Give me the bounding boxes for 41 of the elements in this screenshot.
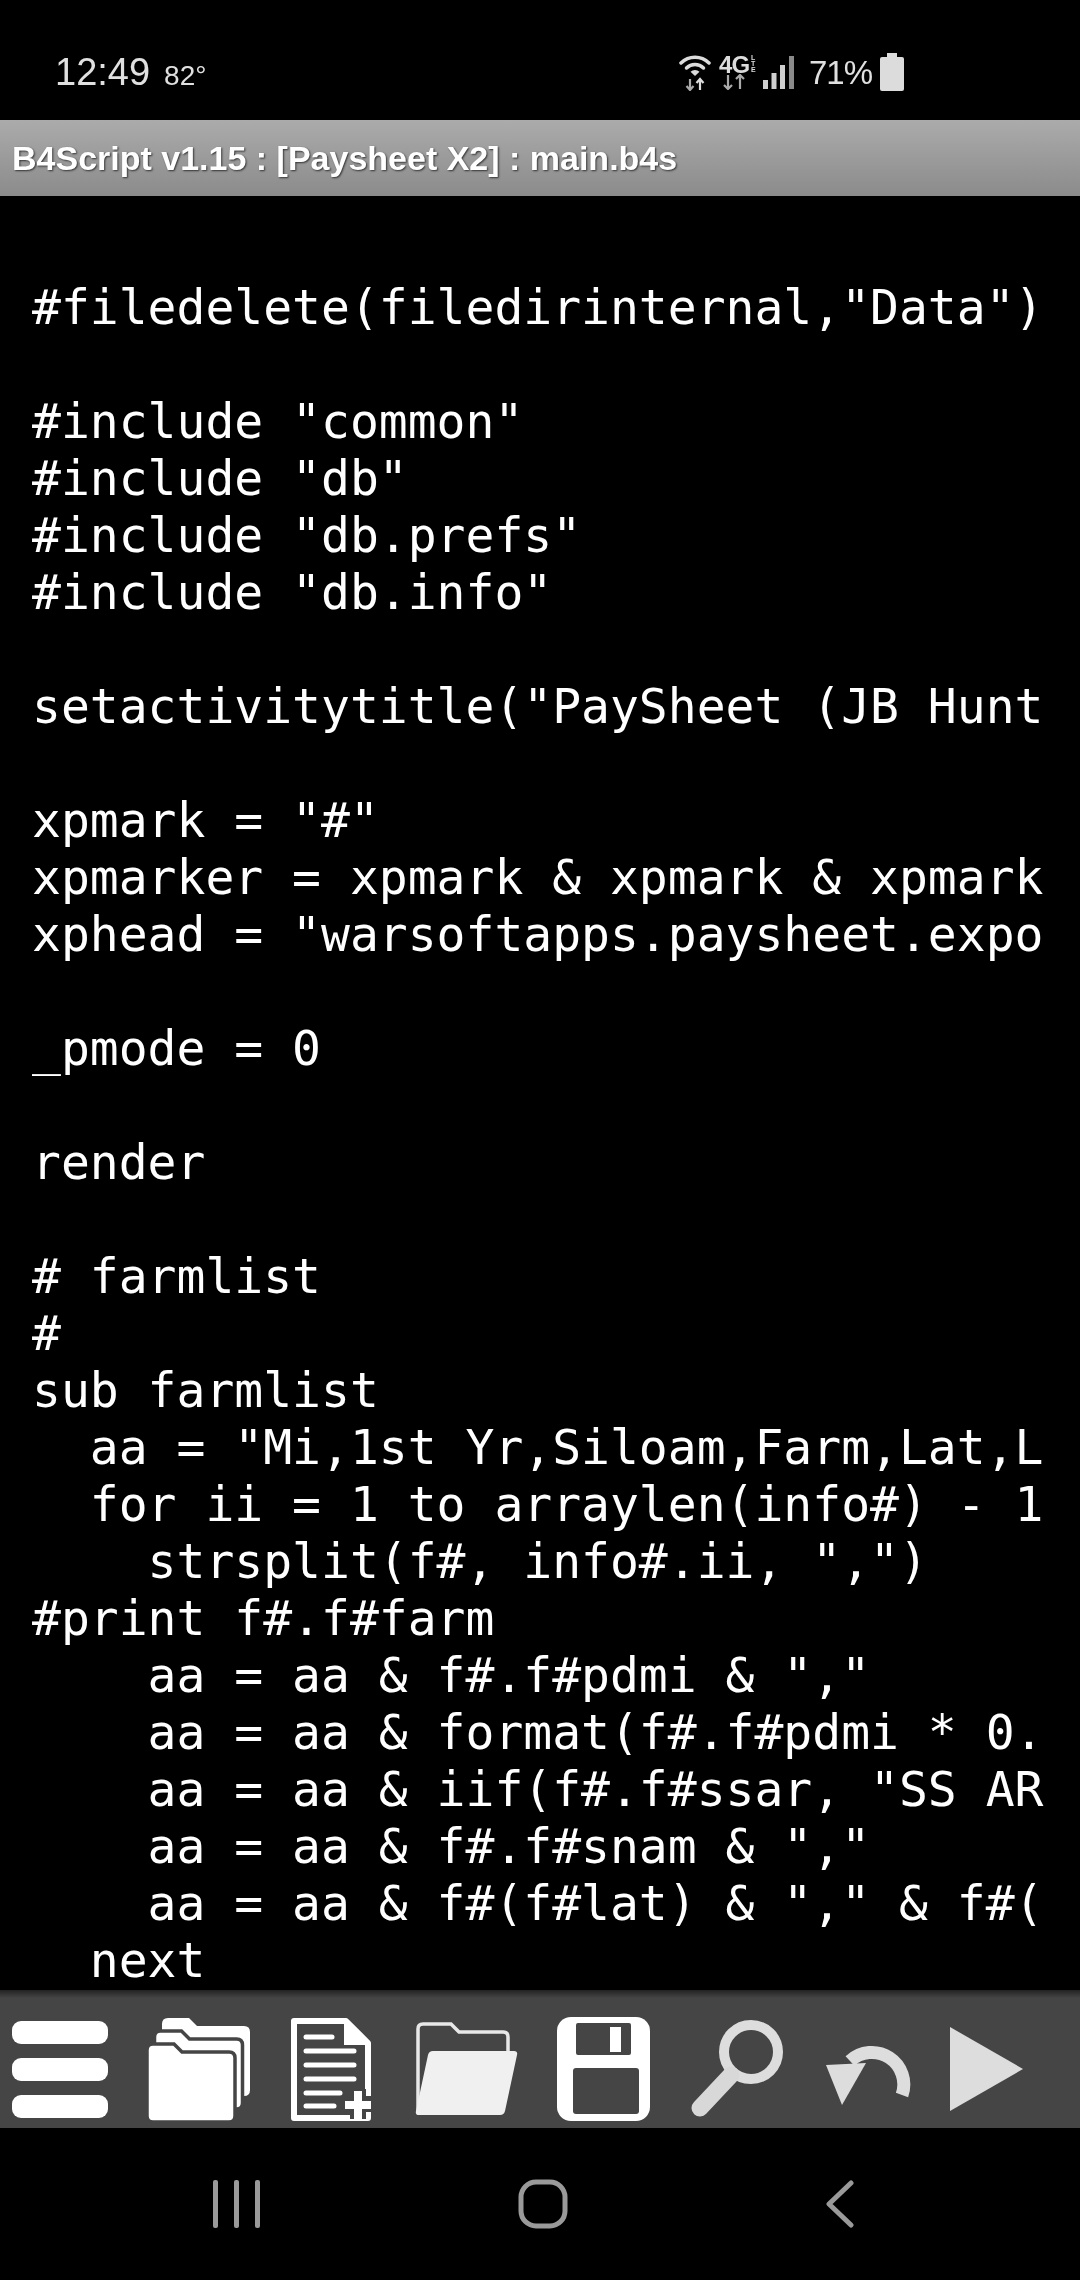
code-line: #include "db" (32, 450, 408, 506)
code-line: xpmark = "#" (32, 792, 379, 848)
code-line: setactivitytitle("PaySheet (JB Hunt (32, 678, 1044, 734)
window-title: B4Script v1.15 : [Paysheet X2] : main.b4s (12, 138, 678, 178)
code-line: xphead = "warsoftapps.paysheet.expo (32, 906, 1044, 962)
code-line: #include "common" (32, 393, 524, 449)
battery-percent: 71% (808, 55, 872, 89)
search-icon[interactable] (689, 2019, 785, 2119)
code-line: # farmlist (32, 1248, 321, 1304)
home-icon[interactable] (517, 2179, 568, 2229)
new-document-icon[interactable] (289, 2016, 374, 2122)
temperature-label: 82° (164, 62, 207, 90)
folders-icon[interactable] (147, 2016, 251, 2122)
code-line: aa = aa & format(f#.f#pdmi * 0. (147, 1704, 1044, 1760)
wifi-icon (679, 53, 712, 91)
code-line: sub farmlist (32, 1362, 379, 1418)
code-line: # (32, 1305, 61, 1361)
code-line: aa = aa & f#(f#lat) & "," & f#( (147, 1875, 1044, 1931)
code-line: #include "db.info" (32, 564, 553, 620)
code-line: render (32, 1134, 206, 1190)
network-type-label: 4G (719, 54, 750, 74)
battery-icon (880, 53, 904, 91)
code-line: _pmode = 0 (32, 1020, 321, 1076)
clock-time: 12:49 (55, 53, 151, 91)
code-line: aa = aa & iif(f#.f#ssar, "SS AR (147, 1761, 1044, 1817)
code-line: aa = aa & f#.f#pdmi & "," (147, 1647, 871, 1703)
code-line: aa = aa & f#.f#snam & "," (147, 1818, 871, 1874)
code-line: strsplit(f#, info#.ii, ",") (147, 1533, 928, 1589)
code-line: #include "db.prefs" (32, 507, 582, 563)
code-line: #print f#.f#farm (32, 1590, 495, 1646)
code-line: #filedelete(filedirinternal,"Data") (32, 279, 1044, 335)
signal-strength-icon (762, 55, 794, 89)
code-line: xpmarker = xpmark & xpmark & xpmark (32, 849, 1044, 905)
menu-icon[interactable] (12, 2020, 108, 2118)
back-icon[interactable] (825, 2180, 854, 2228)
run-icon[interactable] (949, 2027, 1023, 2111)
code-line: for ii = 1 to arraylen(info#) - 1 (89, 1476, 1044, 1532)
code-line: next (89, 1932, 206, 1988)
code-line: aa = "Mi,1st Yr,Siloam,Farm,Lat,L (89, 1419, 1044, 1475)
recent-apps-icon[interactable] (213, 2180, 260, 2228)
save-icon[interactable] (557, 2017, 651, 2121)
